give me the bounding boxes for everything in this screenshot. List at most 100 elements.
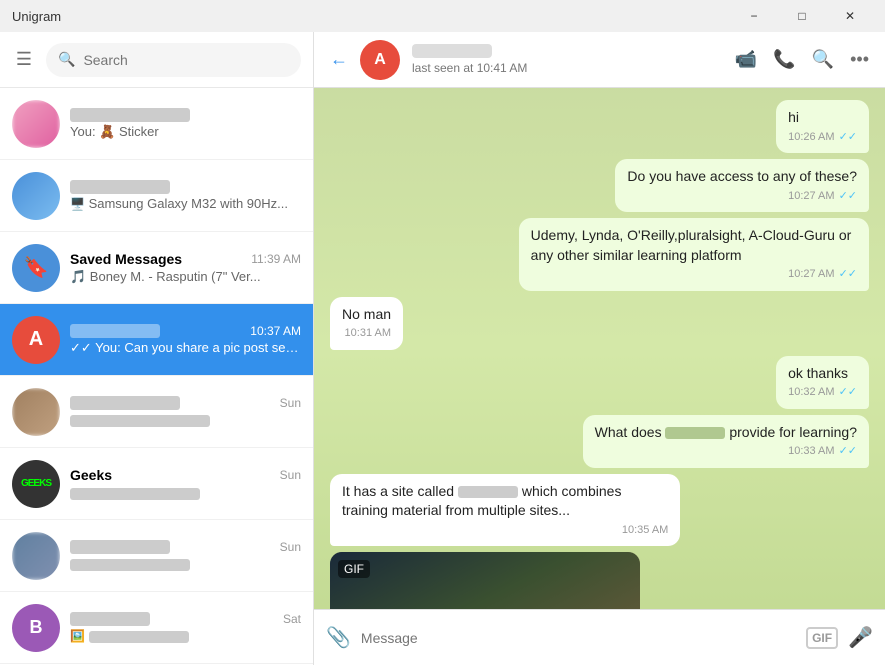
avatar <box>12 388 60 436</box>
chat-name <box>70 108 190 122</box>
message-time: 10:27 AM <box>788 267 834 282</box>
chat-preview: ✓✓ You: Can you share a pic post search? <box>70 340 301 356</box>
chat-preview <box>70 412 301 427</box>
read-icon: ✓✓ <box>839 130 857 145</box>
read-icon: ✓✓ <box>839 385 857 400</box>
message-time: 10:27 AM <box>788 189 834 204</box>
message-bubble: Udemy, Lynda, O'Reilly,pluralsight, A-Cl… <box>519 218 869 291</box>
chat-header-avatar: A <box>360 40 400 80</box>
chat-header-name-blurred <box>412 44 492 58</box>
avatar <box>12 532 60 580</box>
message-time: 10:26 AM <box>788 130 834 145</box>
mic-icon[interactable]: 🎤 <box>848 625 873 650</box>
chat-info: 🖥️ Samsung Galaxy M32 with 90Hz... <box>70 180 301 211</box>
message-input[interactable] <box>361 620 796 656</box>
chat-time: Sun <box>280 540 301 554</box>
avatar: A <box>12 316 60 364</box>
sidebar: ☰ 🔍 You: 🧸 Sticker <box>0 32 314 665</box>
message-text: Udemy, Lynda, O'Reilly,pluralsight, A-Cl… <box>531 226 857 265</box>
maximize-button[interactable]: □ <box>779 0 825 32</box>
chat-item[interactable]: Sun <box>0 520 313 592</box>
message-bubble: Do you have access to any of these? 10:2… <box>615 159 869 212</box>
message-time: 10:31 AM <box>345 326 391 341</box>
avatar <box>12 172 60 220</box>
chat-item[interactable]: B Sat 🖼️ <box>0 592 313 664</box>
chat-time: Sun <box>280 468 301 482</box>
message-row: No man 10:31 AM <box>330 297 869 350</box>
chat-time: Sun <box>280 396 301 410</box>
phone-icon[interactable]: 📞 <box>773 49 795 70</box>
chat-header-status: last seen at 10:41 AM <box>412 61 723 75</box>
messages-area: hi 10:26 AM ✓✓ Do you have access to any… <box>314 88 885 609</box>
chat-header: ← A last seen at 10:41 AM 📹 📞 🔍 ••• <box>314 32 885 88</box>
search-chat-icon[interactable]: 🔍 <box>812 49 834 70</box>
titlebar: Unigram − □ ✕ <box>0 0 885 32</box>
chat-header-info: last seen at 10:41 AM <box>412 44 723 75</box>
search-input[interactable] <box>83 52 289 68</box>
search-box[interactable]: 🔍 <box>46 43 301 77</box>
attach-icon[interactable]: 📎 <box>326 625 351 650</box>
chat-name: Geeks <box>70 467 112 483</box>
gif-bubble: GIF 10:35 AM ✓✓ <box>330 552 640 609</box>
chat-item[interactable]: 🖥️ Samsung Galaxy M32 with 90Hz... <box>0 160 313 232</box>
chat-name <box>70 612 150 626</box>
chat-info: Saved Messages 11:39 AM 🎵 Boney M. - Ras… <box>70 251 301 285</box>
video-call-icon[interactable]: 📹 <box>735 49 757 70</box>
chat-header-actions: 📹 📞 🔍 ••• <box>735 49 869 70</box>
window-controls: − □ ✕ <box>731 0 873 32</box>
gif-button[interactable]: GIF <box>806 627 838 649</box>
more-options-icon[interactable]: ••• <box>850 49 869 70</box>
close-button[interactable]: ✕ <box>827 0 873 32</box>
message-bubble: hi 10:26 AM ✓✓ <box>776 100 869 153</box>
chat-item[interactable]: 🔖 Saved Messages 11:39 AM 🎵 Boney M. - R… <box>0 232 313 304</box>
chat-info: Geeks Sun <box>70 467 301 500</box>
avatar: B <box>12 604 60 652</box>
chat-preview: 🖥️ Samsung Galaxy M32 with 90Hz... <box>70 196 301 211</box>
read-icon: ✓✓ <box>839 267 857 282</box>
message-row: hi 10:26 AM ✓✓ <box>330 100 869 153</box>
read-icon: ✓✓ <box>839 444 857 459</box>
chat-time: 11:39 AM <box>251 252 301 266</box>
chat-preview <box>70 556 301 571</box>
search-icon: 🔍 <box>58 51 75 68</box>
message-row: ok thanks 10:32 AM ✓✓ <box>330 356 869 409</box>
message-row: GIF 10:35 AM ✓✓ <box>330 552 869 609</box>
chat-time: 10:37 AM <box>250 324 301 338</box>
message-text: hi <box>788 108 857 128</box>
chat-name <box>70 540 170 554</box>
message-text: It has a site called which combines trai… <box>342 482 668 521</box>
chat-name <box>70 324 160 338</box>
chat-name <box>70 396 180 410</box>
chat-name <box>70 180 170 194</box>
chat-item[interactable]: A 10:37 AM ✓✓ You: Can you share a pic p… <box>0 304 313 376</box>
app-title: Unigram <box>12 9 731 24</box>
back-button[interactable]: ← <box>330 49 348 70</box>
gif-label: GIF <box>338 560 370 578</box>
chat-preview: 🖼️ <box>70 628 301 643</box>
read-icon: ✓✓ <box>839 189 857 204</box>
gif-image <box>330 552 640 609</box>
message-text: ok thanks <box>788 364 857 384</box>
chat-info: 10:37 AM ✓✓ You: Can you share a pic pos… <box>70 324 301 356</box>
chat-list: You: 🧸 Sticker 🖥️ Samsung Galaxy M32 wit… <box>0 88 313 665</box>
message-bubble: No man 10:31 AM <box>330 297 403 350</box>
chat-info: You: 🧸 Sticker <box>70 108 301 140</box>
chat-info: Sat 🖼️ <box>70 612 301 643</box>
minimize-button[interactable]: − <box>731 0 777 32</box>
message-row: It has a site called which combines trai… <box>330 474 869 547</box>
chat-item[interactable]: You: 🧸 Sticker <box>0 88 313 160</box>
chat-info: Sun <box>70 396 301 427</box>
main-layout: ☰ 🔍 You: 🧸 Sticker <box>0 32 885 665</box>
sidebar-header: ☰ 🔍 <box>0 32 313 88</box>
chat-item[interactable]: GEEKS Geeks Sun <box>0 448 313 520</box>
message-row: What does provide for learning? 10:33 AM… <box>330 415 869 468</box>
chat-time: Sat <box>283 612 301 626</box>
message-bubble: ok thanks 10:32 AM ✓✓ <box>776 356 869 409</box>
message-time: 10:32 AM <box>788 385 834 400</box>
chat-preview: 🎵 Boney M. - Rasputin (7" Ver... <box>70 269 301 285</box>
menu-icon[interactable]: ☰ <box>12 49 36 70</box>
avatar <box>12 100 60 148</box>
chat-item[interactable]: Sun <box>0 376 313 448</box>
chat-name: Saved Messages <box>70 251 182 267</box>
chat-preview: You: 🧸 Sticker <box>70 124 301 140</box>
